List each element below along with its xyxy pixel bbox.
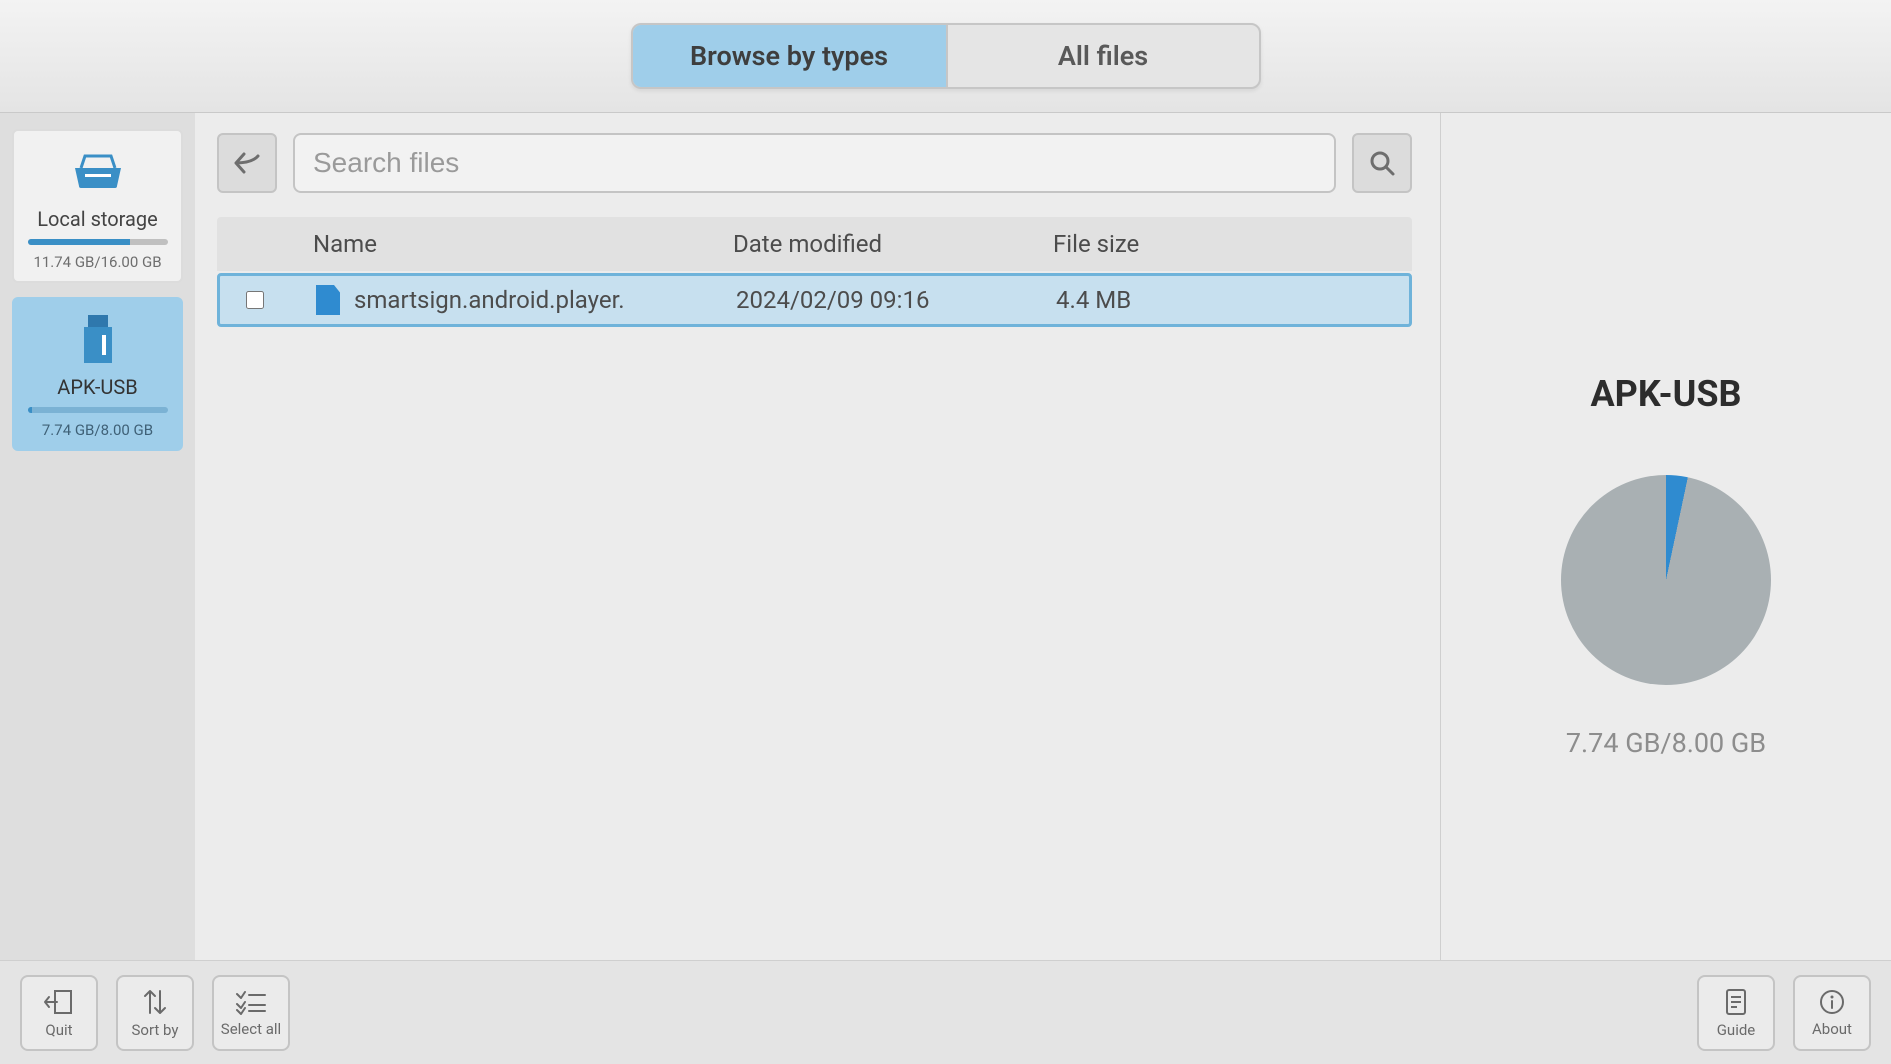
detail-usage-text: 7.74 GB/8.00 GB bbox=[1566, 727, 1766, 759]
file-table-header: Name Date modified File size bbox=[217, 217, 1412, 271]
column-header-date[interactable]: Date modified bbox=[733, 230, 1053, 258]
sort-icon bbox=[140, 987, 170, 1017]
search-icon bbox=[1368, 149, 1396, 177]
select-all-button[interactable]: Select all bbox=[212, 975, 290, 1051]
tool-label: Select all bbox=[221, 1020, 281, 1038]
file-size-text: 4.4 MB bbox=[1056, 286, 1409, 314]
sidebar-item-label: APK-USB bbox=[57, 375, 137, 399]
back-arrow-icon bbox=[232, 150, 262, 176]
sort-by-button[interactable]: Sort by bbox=[116, 975, 194, 1051]
info-icon bbox=[1818, 988, 1846, 1016]
detail-title: APK-USB bbox=[1590, 373, 1741, 415]
top-tab-bar: Browse by types All files bbox=[0, 0, 1891, 113]
row-checkbox[interactable] bbox=[246, 291, 264, 309]
tool-label: Guide bbox=[1717, 1021, 1756, 1039]
sidebar-item-apk-usb[interactable]: APK-USB 7.74 GB/8.00 GB bbox=[12, 297, 183, 451]
file-date-text: 2024/02/09 09:16 bbox=[736, 286, 1056, 314]
storage-detail-panel: APK-USB 7.74 GB/8.00 GB bbox=[1441, 113, 1891, 960]
tab-browse-by-types[interactable]: Browse by types bbox=[633, 25, 946, 87]
guide-icon bbox=[1723, 987, 1749, 1017]
search-button[interactable] bbox=[1352, 133, 1412, 193]
about-button[interactable]: About bbox=[1793, 975, 1871, 1051]
quit-icon bbox=[43, 987, 75, 1017]
select-all-icon bbox=[235, 988, 267, 1016]
storage-sidebar: Local storage 11.74 GB/16.00 GB APK-USB … bbox=[0, 113, 195, 960]
storage-usage-text: 11.74 GB/16.00 GB bbox=[33, 253, 161, 271]
usb-drive-icon bbox=[68, 315, 128, 363]
column-header-size[interactable]: File size bbox=[1053, 230, 1412, 258]
guide-button[interactable]: Guide bbox=[1697, 975, 1775, 1051]
sidebar-item-local-storage[interactable]: Local storage 11.74 GB/16.00 GB bbox=[12, 129, 183, 283]
file-icon bbox=[316, 285, 340, 315]
bottom-toolbar: Quit Sort by Select all bbox=[0, 960, 1891, 1064]
file-name-text: smartsign.android.player. bbox=[354, 286, 625, 314]
tool-label: About bbox=[1812, 1020, 1852, 1038]
tool-label: Quit bbox=[45, 1021, 72, 1039]
storage-usage-text: 7.74 GB/8.00 GB bbox=[42, 421, 153, 439]
quit-button[interactable]: Quit bbox=[20, 975, 98, 1051]
file-browser: Name Date modified File size smartsign.a… bbox=[195, 113, 1441, 960]
table-row[interactable]: smartsign.android.player. 2024/02/09 09:… bbox=[217, 273, 1412, 327]
local-storage-icon bbox=[68, 147, 128, 195]
storage-pie-chart bbox=[1561, 475, 1771, 685]
column-header-name[interactable]: Name bbox=[313, 230, 733, 258]
search-input[interactable] bbox=[293, 133, 1336, 193]
back-button[interactable] bbox=[217, 133, 277, 193]
view-mode-tabs: Browse by types All files bbox=[631, 23, 1261, 89]
tool-label: Sort by bbox=[132, 1021, 179, 1039]
tab-all-files[interactable]: All files bbox=[946, 25, 1259, 87]
storage-usage-bar bbox=[28, 239, 168, 245]
storage-usage-bar bbox=[28, 407, 168, 413]
sidebar-item-label: Local storage bbox=[37, 207, 158, 231]
